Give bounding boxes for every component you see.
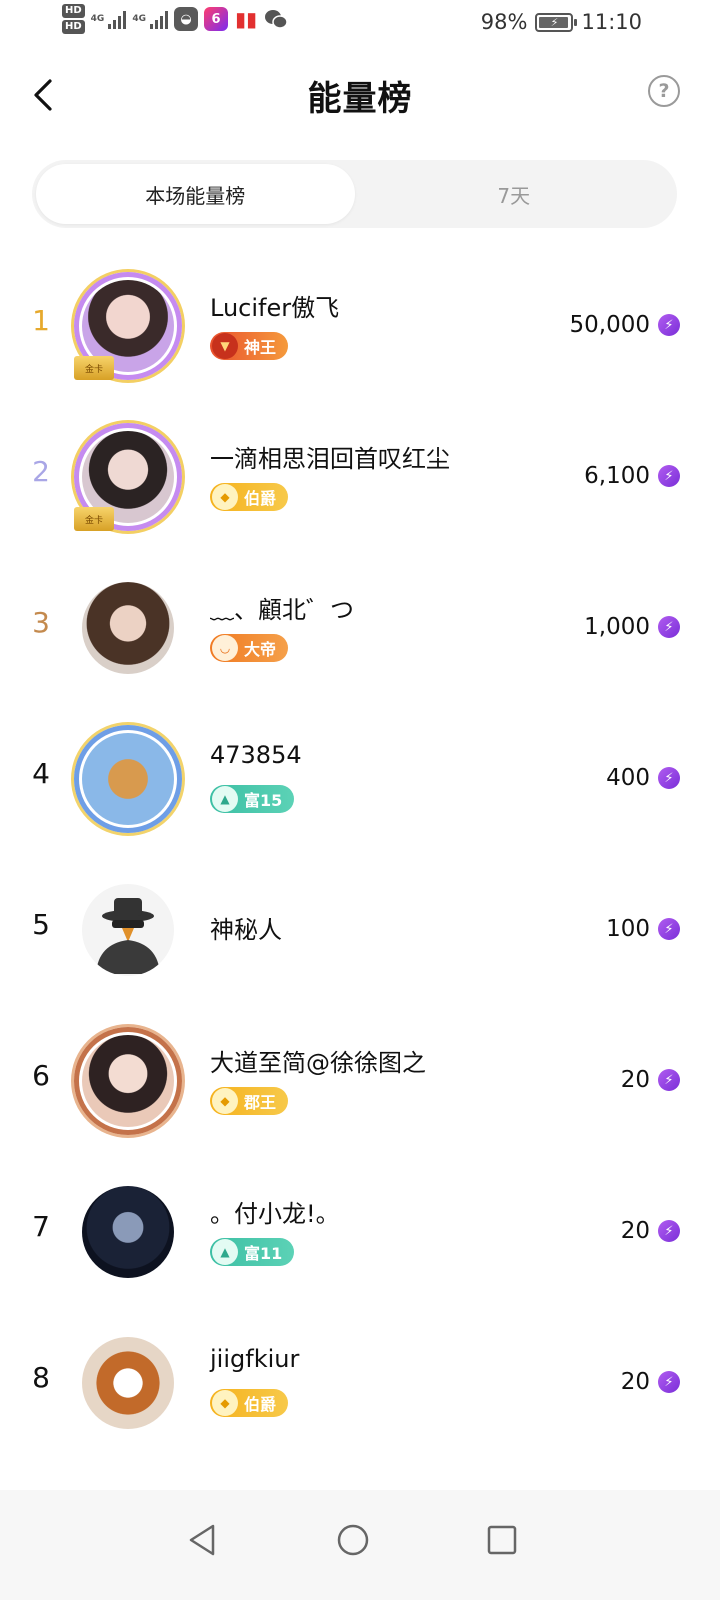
status-bar: HD HD 4G 4G ◒ 6 ▮▮ 98% ⚡ 11:10 xyxy=(0,0,720,50)
avatar[interactable] xyxy=(80,1335,176,1431)
rank-number: 8 xyxy=(32,1361,50,1394)
shopping-bag-icon: ◒ xyxy=(173,7,198,31)
rank-number: 2 xyxy=(32,455,50,488)
user-name: 。付小龙!。 xyxy=(210,1200,340,1228)
level-badge: ◆ 郡王 xyxy=(210,1087,289,1115)
ranking-row[interactable]: 1 金卡 Lucifer傲飞 ▼ 神王 50,000 ⚡ xyxy=(0,250,720,401)
energy-amount: 1,000 ⚡ xyxy=(584,614,680,640)
user-name: Lucifer傲飞 xyxy=(210,294,340,322)
help-button[interactable]: ? xyxy=(648,75,680,107)
ranking-row[interactable]: 2 金卡 一滴相思泪回首叹红尘 ◆ 伯爵 6,100 ⚡ xyxy=(0,401,720,552)
energy-amount: 50,000 ⚡ xyxy=(570,312,680,338)
energy-bolt-icon: ⚡ xyxy=(658,314,680,336)
battery-icon: ⚡ xyxy=(535,12,578,32)
ranking-row[interactable]: 7 。付小龙!。 ▲ 富11 20 ⚡ xyxy=(0,1156,720,1307)
rank-number: 4 xyxy=(32,757,50,790)
system-nav-bar xyxy=(0,1490,720,1600)
level-badge: ▲ 富11 xyxy=(210,1238,295,1266)
avatar[interactable] xyxy=(80,882,176,978)
triangle-back-icon xyxy=(189,1524,215,1556)
energy-bolt-icon: ⚡ xyxy=(658,1069,680,1091)
wechat-icon xyxy=(264,7,288,31)
energy-amount: 20 ⚡ xyxy=(621,1218,680,1244)
energy-amount: 6,100 ⚡ xyxy=(584,463,680,489)
badge-icon: ▼ xyxy=(212,333,238,359)
page-title: 能量榜 xyxy=(307,79,413,119)
level-badge: ◆ 伯爵 xyxy=(210,483,289,511)
ranking-row[interactable]: 8 jiigfkiur ◆ 伯爵 20 ⚡ xyxy=(0,1307,720,1458)
avatar[interactable] xyxy=(80,580,176,676)
tab-7-days[interactable]: 7天 xyxy=(355,164,674,224)
energy-amount: 100 ⚡ xyxy=(606,916,680,942)
status-left-icons: HD HD 4G 4G ◒ 6 ▮▮ xyxy=(62,4,288,34)
tab-current-session[interactable]: 本场能量榜 xyxy=(36,164,355,224)
avatar[interactable]: 金卡 xyxy=(74,272,182,380)
signal-icon-2 xyxy=(149,9,168,29)
avatar[interactable] xyxy=(74,1027,182,1135)
badge-icon: ◆ xyxy=(212,1088,238,1114)
live-app-icon: 6 xyxy=(203,7,228,31)
level-badge: ▲ 富15 xyxy=(210,785,295,813)
avatar[interactable] xyxy=(80,1184,176,1280)
user-name: 一滴相思泪回首叹红尘 xyxy=(210,445,450,473)
status-right: 98% ⚡ 11:10 xyxy=(481,10,642,34)
ranking-row[interactable]: 3 ﹏、顧北゛つ ◡ 大帝 1,000 ⚡ xyxy=(0,552,720,703)
question-circle-icon: ? xyxy=(658,80,670,102)
badge-icon: ▲ xyxy=(212,1239,238,1265)
mystery-person-icon xyxy=(96,898,160,974)
period-tabs: 本场能量榜 7天 xyxy=(32,160,677,228)
user-name: 神秘人 xyxy=(210,916,282,944)
rank-number: 1 xyxy=(32,304,50,337)
energy-bolt-icon: ⚡ xyxy=(658,616,680,638)
clock: 11:10 xyxy=(581,10,642,34)
energy-bolt-icon: ⚡ xyxy=(658,767,680,789)
ranking-list: 1 金卡 Lucifer傲飞 ▼ 神王 50,000 ⚡ 2 金卡 一滴相思泪回首叹… xyxy=(0,250,720,1458)
badge-icon: ◆ xyxy=(212,1390,238,1416)
nav-back-button[interactable] xyxy=(172,1510,232,1570)
energy-bolt-icon: ⚡ xyxy=(658,465,680,487)
energy-bolt-icon: ⚡ xyxy=(658,1371,680,1393)
level-badge: ◡ 大帝 xyxy=(210,634,289,662)
nav-recents-button[interactable] xyxy=(472,1510,532,1570)
hd-badge-1: HD xyxy=(62,4,85,18)
energy-amount: 20 ⚡ xyxy=(621,1369,680,1395)
avatar[interactable]: 金卡 xyxy=(74,423,182,531)
badge-icon: ▲ xyxy=(212,786,238,812)
rank-number: 6 xyxy=(32,1059,50,1092)
hd-indicator: HD HD xyxy=(62,4,85,34)
square-recents-icon xyxy=(487,1525,517,1555)
avatar[interactable] xyxy=(74,725,182,833)
network-type-1: 4G xyxy=(90,13,105,24)
gold-card-tag: 金卡 xyxy=(74,356,114,380)
book-icon: ▮▮ xyxy=(234,7,257,31)
signal-icon xyxy=(108,9,127,29)
energy-bolt-icon: ⚡ xyxy=(658,918,680,940)
nav-home-button[interactable] xyxy=(323,1510,383,1570)
badge-icon: ◡ xyxy=(212,635,238,661)
level-badge: ▼ 神王 xyxy=(210,332,289,360)
ranking-row[interactable]: 6 大道至简@徐徐图之 ◆ 郡王 20 ⚡ xyxy=(0,1005,720,1156)
user-name: 473854 xyxy=(210,741,302,769)
user-name: ﹏、顧北゛つ xyxy=(210,596,354,624)
user-name: 大道至简@徐徐图之 xyxy=(210,1049,426,1077)
rank-number: 3 xyxy=(32,606,50,639)
energy-amount: 20 ⚡ xyxy=(621,1067,680,1093)
energy-bolt-icon: ⚡ xyxy=(658,1220,680,1242)
network-type-2: 4G xyxy=(132,13,146,24)
energy-amount: 400 ⚡ xyxy=(606,765,680,791)
gold-card-tag: 金卡 xyxy=(74,507,114,531)
badge-icon: ◆ xyxy=(212,484,238,510)
rank-number: 5 xyxy=(32,908,50,941)
hd-badge-2: HD xyxy=(62,20,85,34)
header: 能量榜 ? xyxy=(0,55,720,135)
ranking-row[interactable]: 5 神秘人 100 ⚡ xyxy=(0,854,720,1005)
battery-percent: 98% xyxy=(480,10,528,34)
level-badge: ◆ 伯爵 xyxy=(210,1389,289,1417)
ranking-row[interactable]: 4 473854 ▲ 富15 400 ⚡ xyxy=(0,703,720,854)
circle-home-icon xyxy=(337,1524,369,1556)
rank-number: 7 xyxy=(32,1210,50,1243)
user-name: jiigfkiur xyxy=(210,1345,300,1373)
